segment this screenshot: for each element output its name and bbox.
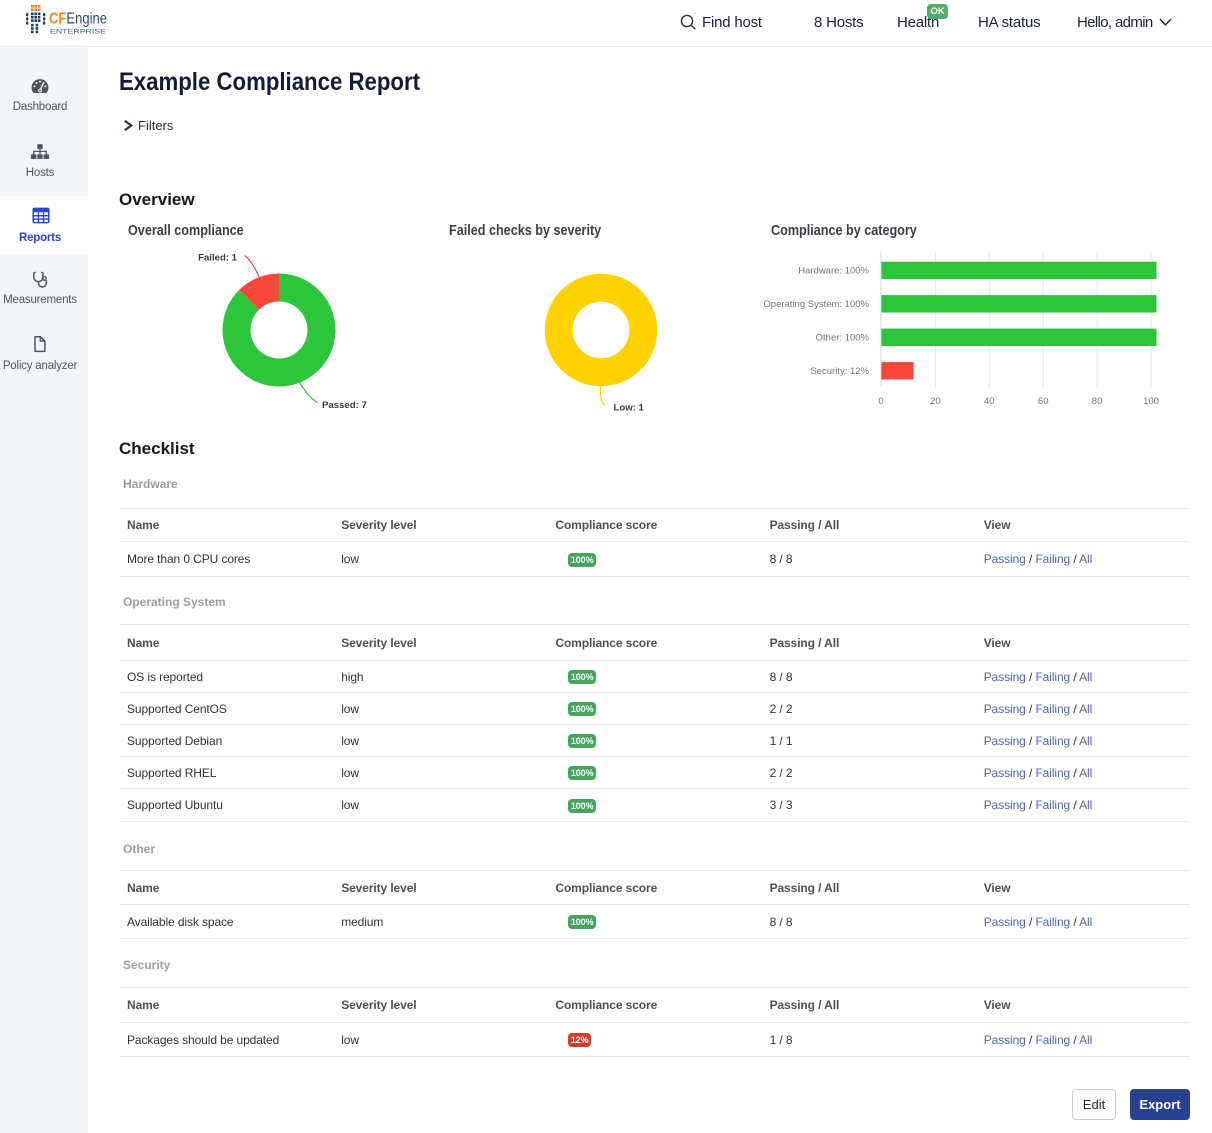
svg-text:Passed: 7: Passed: 7 xyxy=(322,400,367,411)
svg-text:40: 40 xyxy=(984,396,995,407)
svg-text:Failed: 1: Failed: 1 xyxy=(198,253,238,264)
svg-text:Operating System: 100%: Operating System: 100% xyxy=(763,299,869,310)
svg-text:60: 60 xyxy=(1038,396,1049,407)
svg-text:Other: 100%: Other: 100% xyxy=(816,333,870,344)
svg-text:0: 0 xyxy=(878,396,883,407)
svg-text:ENTERPRISE: ENTERPRISE xyxy=(50,30,106,36)
svg-text:100: 100 xyxy=(1143,396,1159,407)
svg-text:80: 80 xyxy=(1092,396,1103,407)
svg-text:Hardware: 100%: Hardware: 100% xyxy=(798,266,869,277)
svg-text:Security: 12%: Security: 12% xyxy=(810,366,869,377)
svg-text:CFEngine: CFEngine xyxy=(49,11,107,28)
svg-text:Low: 1: Low: 1 xyxy=(614,403,645,414)
svg-text:20: 20 xyxy=(930,396,941,407)
